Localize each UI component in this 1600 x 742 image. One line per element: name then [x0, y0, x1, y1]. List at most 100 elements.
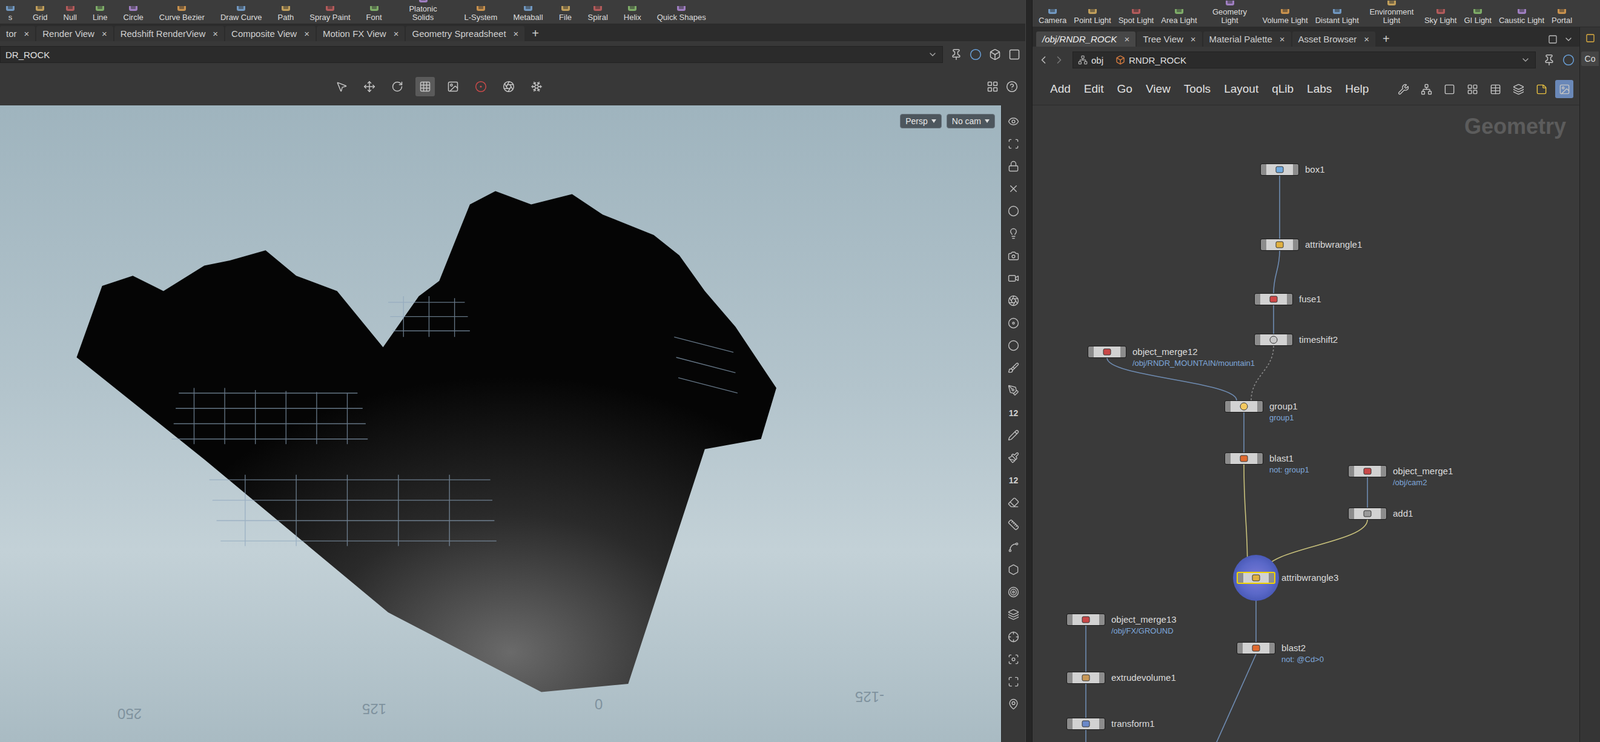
network-option-button[interactable] [1394, 79, 1413, 99]
network-option-button[interactable] [1532, 79, 1551, 99]
network-path-field[interactable]: obj RNDR_ROCK [1072, 51, 1536, 69]
tab-close-button[interactable]: × [101, 28, 108, 39]
shelf-tool[interactable]: Camera [1038, 9, 1067, 25]
tab-close-button[interactable]: × [304, 28, 310, 39]
shelf-tool[interactable]: Point Light [1073, 9, 1111, 25]
tab-close-button[interactable]: × [212, 28, 219, 39]
menu-item[interactable]: Tools [1178, 79, 1217, 99]
square-icon[interactable] [1008, 48, 1021, 61]
viewport-tool[interactable] [1003, 199, 1025, 223]
link-icon[interactable] [1562, 53, 1575, 67]
menu-item[interactable]: Edit [1078, 79, 1110, 99]
shelf-tool[interactable]: Geometry Light [1204, 0, 1256, 25]
network-node[interactable]: object_merge12/obj/RNDR_MOUNTAIN/mountai… [1087, 345, 1255, 369]
tab-close-button[interactable]: × [1123, 33, 1130, 45]
tab-close-button[interactable]: × [1279, 33, 1286, 45]
viewport-tool[interactable] [1003, 692, 1025, 716]
network-option-button[interactable] [1417, 79, 1436, 99]
viewport-tool[interactable]: 12 [1003, 401, 1025, 424]
network-node[interactable]: add1 [1348, 507, 1413, 520]
node-wire[interactable] [1264, 519, 1368, 572]
viewport-tool[interactable] [1003, 132, 1025, 156]
shelf-tool[interactable]: Curve Bezier [159, 6, 205, 22]
tab-close-button[interactable]: × [24, 28, 30, 39]
network-node[interactable]: fuse1 [1254, 293, 1322, 306]
network-option-button[interactable] [1509, 79, 1528, 99]
pane-tab[interactable]: tor× [0, 26, 36, 42]
shelf-tool[interactable]: Platonic Solids [397, 0, 449, 22]
shelf-tool[interactable]: Path [277, 6, 295, 22]
menu-item[interactable]: qLib [1266, 79, 1300, 99]
node-wire[interactable] [1085, 729, 1087, 742]
view-menu-button[interactable]: No cam [946, 113, 996, 129]
viewport-tool[interactable] [1003, 222, 1025, 245]
viewer-tool-button[interactable] [443, 76, 463, 97]
pane-tab[interactable]: Motion FX View× [316, 26, 406, 42]
help-icon[interactable] [1005, 80, 1019, 93]
node-wire[interactable] [1085, 683, 1087, 718]
network-node[interactable]: timeshift2 [1254, 333, 1338, 346]
shelf-tool[interactable]: GI Light [1463, 9, 1492, 25]
viewport-tool[interactable] [1003, 379, 1025, 402]
node-wire[interactable] [1243, 412, 1245, 453]
viewport-tool[interactable] [1003, 491, 1025, 514]
tab-close-button[interactable]: × [1363, 33, 1370, 45]
network-node[interactable]: extrudevolume1 [1066, 671, 1177, 684]
tab-close-button[interactable]: × [513, 28, 520, 39]
shelf-tool[interactable]: Portal [1551, 9, 1573, 25]
network-node[interactable]: attribwrangle1 [1260, 238, 1362, 251]
viewport-tool[interactable] [1003, 603, 1025, 626]
shelf-tool[interactable]: Null [63, 6, 77, 22]
viewer-tool-button[interactable] [526, 76, 547, 97]
view-menu-button[interactable]: Persp [899, 113, 942, 129]
viewport-tool[interactable] [1003, 267, 1025, 290]
network-node[interactable]: box1 [1260, 163, 1326, 176]
shelf-tool[interactable]: Environment Light [1366, 0, 1418, 25]
menu-item[interactable]: Go [1111, 79, 1138, 99]
viewport-tool[interactable] [1003, 580, 1025, 604]
viewport-tool[interactable] [1003, 334, 1025, 357]
pane-tab[interactable]: Geometry Spreadsheet× [405, 26, 525, 42]
node-wire[interactable] [1366, 477, 1369, 508]
viewer-tool-button[interactable] [387, 76, 407, 97]
viewer-tool-button[interactable] [471, 76, 491, 97]
terrain-mesh[interactable] [76, 190, 777, 692]
pane-tab[interactable]: Tree View× [1136, 31, 1202, 47]
shelf-tool[interactable]: Font [366, 6, 383, 22]
path-crumb[interactable]: RNDR_ROCK [1115, 55, 1193, 66]
network-canvas[interactable]: Geometrybox1attribwrangle1fuse1timeshift… [1032, 105, 1580, 742]
viewport-tool[interactable] [1003, 647, 1025, 671]
pane-tab[interactable]: Redshift RenderView× [114, 26, 225, 42]
viewer-tool-button[interactable] [499, 76, 519, 97]
shelf-tool[interactable]: Line [92, 6, 108, 22]
viewer-tool-button[interactable] [331, 76, 352, 97]
pin-icon[interactable] [1543, 53, 1556, 67]
network-option-button[interactable] [1486, 79, 1505, 99]
network-option-button[interactable] [1555, 79, 1574, 99]
shelf-tool[interactable]: Caustic Light [1498, 9, 1545, 25]
viewport-scene[interactable] [0, 105, 1002, 742]
menu-item[interactable]: Labs [1301, 79, 1338, 99]
viewport-tool[interactable] [1003, 289, 1025, 312]
network-option-button[interactable] [1463, 79, 1482, 99]
add-tab-button[interactable]: + [1376, 31, 1396, 47]
viewport-tool[interactable] [1003, 535, 1025, 559]
network-node[interactable]: object_merge13/obj/FX/GROUND [1066, 613, 1177, 636]
viewport-tool[interactable] [1003, 446, 1025, 469]
shelf-tool[interactable]: Spot Light [1118, 9, 1155, 25]
shelf-tool[interactable]: Circle [123, 6, 144, 22]
panel-icon[interactable] [1585, 33, 1596, 43]
tab-close-button[interactable]: × [393, 28, 400, 39]
viewport-tool[interactable] [1003, 356, 1025, 380]
viewport-tool[interactable] [1003, 177, 1025, 200]
pane-menu-icon[interactable] [1563, 34, 1574, 45]
network-node[interactable]: blast2not: @Cd>0 [1236, 641, 1324, 665]
path-crumb[interactable]: obj [1077, 55, 1110, 66]
network-node[interactable]: group1group1 [1224, 400, 1298, 423]
side-panel-tab[interactable]: Co [1581, 51, 1600, 67]
viewport[interactable]: PerspNo cam2501250-125 [0, 105, 1002, 742]
pane-tab[interactable]: /obj/RNDR_ROCK× [1036, 31, 1136, 47]
pane-layout-icon[interactable] [1547, 34, 1558, 45]
link-icon[interactable] [969, 48, 982, 61]
pane-tab[interactable]: Asset Browser× [1292, 31, 1376, 47]
